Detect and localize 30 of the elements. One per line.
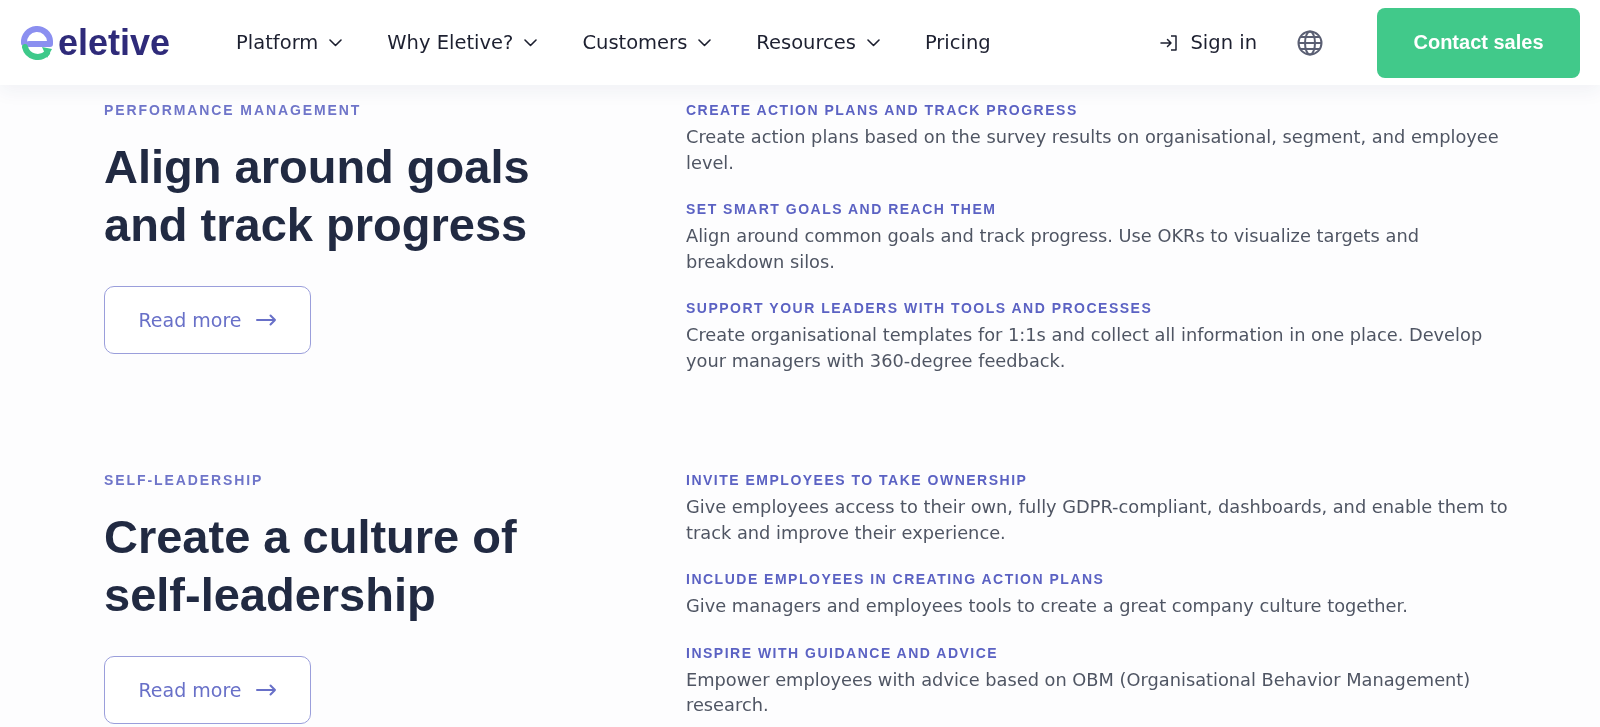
- logo-icon: [20, 24, 54, 61]
- feature-text: Align around common goals and track progress. Use OKRs to visualize targets and breakdown silos.: [686, 224, 1420, 274]
- section-heading: Align around goals and track progress: [104, 139, 531, 253]
- nav-menu-button[interactable]: Resources: [756, 29, 880, 56]
- nav-menu-button[interactable]: Why Eletive?: [387, 29, 538, 56]
- feature-title: INSPIRE WITH GUIDANCE AND ADVICE: [686, 643, 1000, 663]
- section-eyebrow: PERFORMANCE MANAGEMENT: [104, 101, 363, 120]
- feature-title: CREATE ACTION PLANS AND TRACK PROGRESS: [686, 101, 1079, 120]
- feature-title: SET SMART GOALS AND REACH THEM: [686, 200, 998, 219]
- feature-title: INCLUDE EMPLOYEES IN CREATING ACTION PLANS: [686, 570, 1106, 589]
- feature-text: Create organisational templates for 1:1s and collect all information in one place. Develop your managers with 360-degree feedback.: [686, 323, 1484, 373]
- feature-title: SUPPORT YOUR LEADERS WITH TOOLS AND PROCESSES: [686, 299, 1154, 318]
- logo-link[interactable]: eletive: [20, 22, 171, 63]
- nav-link[interactable]: Pricing: [924, 29, 991, 56]
- section-heading: Create a culture of self-leadership: [104, 509, 518, 623]
- feature-text: Give managers and employees tools to create a great company culture together.: [686, 594, 1409, 618]
- nav-menu-button[interactable]: Platform: [236, 29, 343, 56]
- feature-title: INVITE EMPLOYEES TO TAKE OWNERSHIP: [686, 471, 1029, 490]
- globe-icon[interactable]: [1297, 29, 1323, 56]
- arrow-right-icon: [255, 314, 277, 326]
- read-more-button[interactable]: Read more: [104, 656, 311, 724]
- sign-in-icon: [1160, 34, 1179, 51]
- section-eyebrow: SELF-LEADERSHIP: [104, 471, 265, 490]
- sign-in-link[interactable]: Sign in: [1160, 29, 1257, 56]
- feature-text: Empower employees with advice based on OBM (Organisational Behavior Management) research.: [686, 667, 1472, 717]
- nav-menu-button[interactable]: Customers: [582, 29, 712, 56]
- feature-text: Give employees access to their own, fully GDPR-compliant, dashboards, and enable them to track and improve their experience.: [686, 495, 1509, 545]
- feature-text: Create action plans based on the survey results on organisational, segment, and employee level.: [686, 125, 1500, 175]
- arrow-right-icon: [255, 684, 277, 696]
- read-more-button[interactable]: Read more: [104, 286, 311, 354]
